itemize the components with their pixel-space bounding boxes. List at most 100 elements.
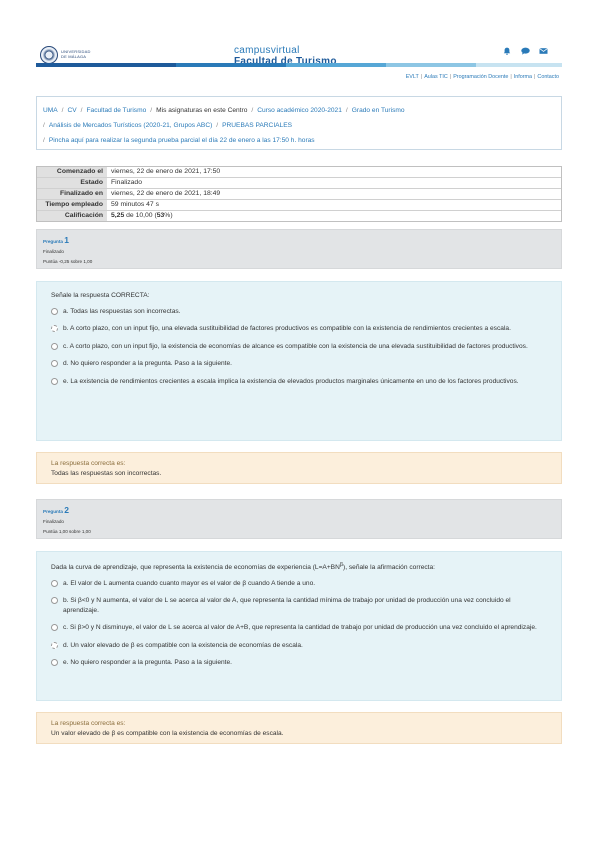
breadcrumb-item-prueba-parcial[interactable]: Pincha aquí para realizar la segunda pru…: [49, 137, 315, 144]
answer-option[interactable]: c. A corto plazo, con un input fijo, la …: [51, 342, 547, 352]
site-header: UNIVERSIDAD DE MÁLAGA campusvirtual Facu…: [0, 0, 599, 86]
colorbar-segment: [286, 63, 386, 67]
chat-icon[interactable]: [521, 47, 530, 55]
radio-button[interactable]: [51, 579, 58, 587]
option-label: a. Todas las respuestas son incorrectas.: [63, 307, 181, 315]
answer-option[interactable]: c. Si β>0 y N disminuye, el valor de L s…: [51, 623, 547, 633]
radio-button[interactable]: [51, 597, 58, 605]
breadcrumb-item-facultad[interactable]: Facultad de Turismo: [87, 107, 147, 114]
logo-text: UNIVERSIDAD DE MÁLAGA: [61, 49, 91, 59]
answer-option[interactable]: d. Un valor elevado de β es compatible c…: [51, 641, 547, 651]
answer-option[interactable]: b. A corto plazo, con un input fijo, una…: [51, 324, 547, 334]
summary-label: Finalizado en: [37, 189, 107, 199]
separator: |: [534, 74, 536, 80]
summary-label: Calificación: [37, 211, 107, 221]
summary-value: Finalizado: [111, 179, 142, 186]
breadcrumb-separator: /: [216, 122, 219, 129]
question-2-info: Pregunta 2 Finalizado Puntúa 1,00 sobre …: [36, 499, 562, 539]
summary-label: Comenzado el: [37, 167, 107, 177]
summary-value: 59 minutos 47 s: [111, 201, 159, 208]
brand-top: campusvirtual: [234, 45, 300, 56]
breadcrumb-item-grado[interactable]: Grado en Turismo: [352, 107, 405, 114]
radio-button[interactable]: [51, 360, 58, 367]
radio-button[interactable]: [51, 342, 58, 350]
separator: |: [510, 74, 512, 80]
option-label: e. La existencia de rendimientos crecien…: [63, 377, 519, 385]
radio-button[interactable]: [51, 307, 58, 315]
attempt-summary-table: Comenzado el viernes, 22 de enero de 202…: [36, 166, 562, 222]
answer-option[interactable]: a. El valor de L aumenta cuando cuanto m…: [51, 579, 547, 589]
link-programacion-docente[interactable]: Programación Docente: [453, 74, 508, 80]
option-label: d. Un valor elevado de β es compatible c…: [63, 641, 303, 649]
question-1-feedback: La respuesta correcta es: Todas las resp…: [36, 452, 562, 484]
colorbar-segment: [176, 63, 286, 67]
separator: |: [420, 74, 423, 80]
question-text: Dada la curva de aprendizaje, que repres…: [51, 562, 435, 572]
answer-option[interactable]: e. La existencia de rendimientos crecien…: [51, 377, 547, 387]
question-state: Finalizado: [43, 519, 64, 524]
radio-button-selected[interactable]: [51, 641, 58, 649]
grade-value: 5,25 de 10,00 (53%): [107, 211, 561, 221]
option-label: c. A corto plazo, con un input fijo, la …: [63, 342, 528, 350]
summary-value: viernes, 22 de enero de 2021, 17:50: [111, 168, 221, 175]
university-seal-icon: [40, 46, 58, 64]
question-score: Puntúa -0,25 sobre 1,00: [43, 259, 93, 264]
answer-option[interactable]: b. Si β<0 y N aumenta, el valor de L se …: [51, 596, 547, 615]
bell-icon[interactable]: [503, 47, 511, 55]
answer-option[interactable]: a. Todas las respuestas son incorrectas.: [51, 307, 547, 317]
question-label: Pregunta: [43, 509, 63, 514]
breadcrumb-line-2: / Análisis de Mercados Turísticos (2020-2…: [43, 118, 555, 133]
question-score: Puntúa 1,00 sobre 1,00: [43, 529, 91, 534]
radio-button[interactable]: [51, 659, 58, 667]
breadcrumb-line-1: UMA / CV / Facultad de Turismo / Mis asignatur…: [43, 103, 555, 118]
header-icons: [503, 47, 548, 55]
question-2-body: Dada la curva de aprendizaje, que repres…: [36, 551, 562, 701]
answer-option[interactable]: e. No quiero responder a la pregunta. Pa…: [51, 658, 547, 668]
feedback-answer: Un valor elevado de β es compatible con …: [51, 729, 284, 737]
breadcrumb-separator: /: [61, 107, 64, 114]
breadcrumb-item-curso[interactable]: Curso académico 2020-2021: [257, 107, 342, 114]
top-links: EVLT | Aulas TIC | Programación Docente | Info…: [406, 74, 559, 80]
question-1-info: Pregunta 1 Finalizado Puntúa -0,25 sobre…: [36, 229, 562, 269]
separator: |: [449, 74, 452, 80]
feedback-label: La respuesta correcta es:: [51, 460, 126, 467]
radio-button[interactable]: [51, 377, 58, 385]
table-row: Tiempo empleado 59 minutos 47 s: [37, 200, 561, 211]
question-number-value: 1: [64, 235, 69, 245]
link-evlt[interactable]: EVLT: [406, 74, 419, 80]
summary-value: viernes, 22 de enero de 2021, 18:49: [111, 190, 221, 197]
breadcrumb-item-pruebas[interactable]: PRUEBAS PARCIALES: [222, 122, 292, 129]
breadcrumb-item-cv[interactable]: CV: [68, 107, 77, 114]
option-label: d. No quiero responder a la pregunta. Pa…: [63, 360, 232, 367]
grade-close: %): [164, 212, 173, 219]
feedback-label: La respuesta correcta es:: [51, 720, 126, 727]
radio-button[interactable]: [51, 624, 58, 632]
question-state: Finalizado: [43, 249, 64, 254]
breadcrumb-item-mis-asignaturas: Mis asignaturas en este Centro: [156, 107, 248, 114]
question-text: Señale la respuesta CORRECTA:: [51, 292, 150, 299]
question-number: Pregunta 2: [43, 505, 555, 517]
answer-option[interactable]: d. No quiero responder a la pregunta. Pa…: [51, 359, 547, 369]
option-label: b. Si β<0 y N aumenta, el valor de L se …: [63, 597, 511, 614]
breadcrumb-separator: /: [345, 107, 348, 114]
summary-label: Tiempo empleado: [37, 200, 107, 210]
question-2-feedback: La respuesta correcta es: Un valor eleva…: [36, 712, 562, 744]
breadcrumb-item-uma[interactable]: UMA: [43, 107, 58, 114]
question-1-body: Señale la respuesta CORRECTA: a. Todas l…: [36, 281, 562, 441]
link-contacto[interactable]: Contacto: [537, 74, 559, 80]
grade-max: de 10,00 (: [124, 212, 157, 219]
breadcrumb-separator: /: [150, 107, 153, 114]
breadcrumb-item-asignatura[interactable]: Análisis de Mercados Turísticos (2020-21…: [49, 122, 212, 129]
breadcrumb-separator: /: [251, 107, 254, 114]
link-aulas-tic[interactable]: Aulas TIC: [424, 74, 448, 80]
radio-button-selected[interactable]: [51, 325, 58, 332]
option-label: c. Si β>0 y N disminuye, el valor de L s…: [63, 624, 537, 632]
colorbar-segment: [386, 63, 476, 67]
table-row: Calificación 5,25 de 10,00 (53%): [37, 211, 561, 221]
breadcrumb-separator: /: [43, 137, 45, 144]
feedback-answer: Todas las respuestas son incorrectas.: [51, 469, 162, 477]
table-row: Estado Finalizado: [37, 178, 561, 189]
mail-icon[interactable]: [539, 47, 548, 55]
colorbar-segment: [476, 63, 562, 67]
link-informa[interactable]: Informa: [514, 74, 532, 80]
